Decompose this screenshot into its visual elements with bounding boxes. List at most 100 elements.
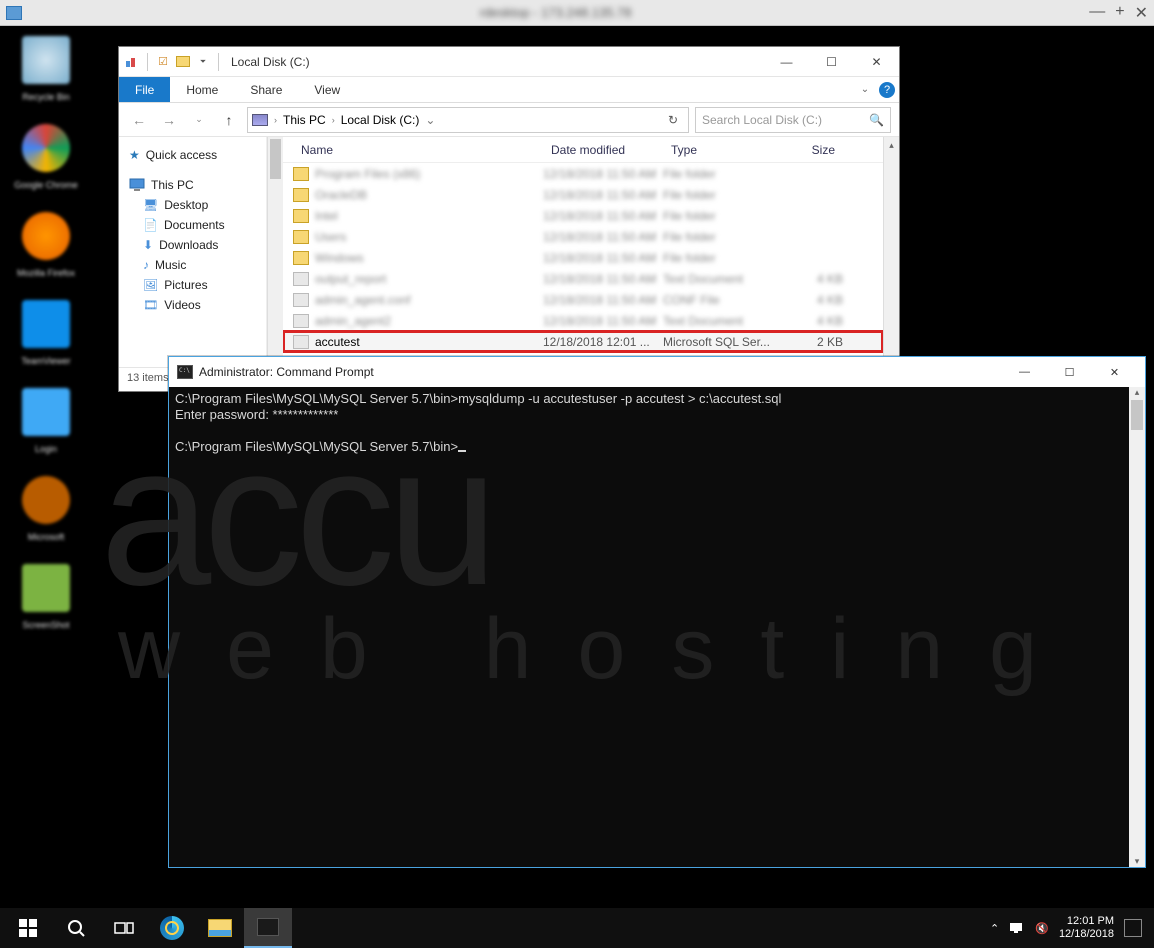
rdesktop-maximize[interactable]: + — [1115, 3, 1124, 23]
breadcrumb-item[interactable]: This PC — [283, 113, 326, 127]
file-row[interactable]: output_report12/18/2018 11:50 AMText Doc… — [283, 268, 883, 289]
ms-icon[interactable] — [22, 476, 70, 524]
taskbar-cmd[interactable] — [244, 908, 292, 948]
ribbon-file-tab[interactable]: File — [119, 77, 170, 102]
search-icon[interactable]: 🔍 — [869, 113, 884, 127]
nav-label: Music — [155, 258, 186, 272]
cmd-terminal[interactable]: C:\Program Files\MySQL\MySQL Server 5.7\… — [169, 387, 1129, 867]
downloads-icon: ⬇ — [143, 238, 153, 252]
nav-label: Documents — [164, 218, 225, 232]
cmd-line: C:\Program Files\MySQL\MySQL Server 5.7\… — [175, 439, 458, 454]
sql-file-icon — [293, 335, 309, 349]
breadcrumb[interactable]: › This PC › Local Disk (C:) ⌄ ↻ — [247, 107, 689, 133]
nav-pictures[interactable]: 🖼Pictures — [123, 275, 262, 295]
chrome-icon[interactable] — [22, 124, 70, 172]
file-row[interactable]: Program Files (x86)12/18/2018 11:50 AMFi… — [283, 163, 883, 184]
col-name[interactable]: Name — [293, 143, 543, 157]
rdesktop-minimize[interactable]: — — [1089, 3, 1105, 23]
clock-date: 12/18/2018 — [1059, 928, 1114, 941]
ribbon-share-tab[interactable]: Share — [234, 77, 298, 102]
recycle-bin-icon[interactable] — [22, 36, 70, 84]
file-row-highlighted[interactable]: accutest12/18/2018 12:01 ...Microsoft SQ… — [283, 331, 883, 352]
teamviewer-icon[interactable] — [22, 300, 70, 348]
scroll-up-icon[interactable]: ▴ — [889, 137, 894, 153]
file-icon — [293, 293, 309, 307]
qat-check-icon[interactable]: ☑ — [154, 53, 172, 71]
file-list-area: Name Date modified Type Size Program Fil… — [283, 137, 883, 367]
task-view-button[interactable] — [100, 908, 148, 948]
notifications-icon[interactable] — [1124, 919, 1142, 937]
nav-back-button[interactable]: ← — [127, 108, 151, 132]
file-row[interactable]: Intel12/18/2018 11:50 AMFile folder — [283, 205, 883, 226]
rdesktop-close[interactable]: ✕ — [1135, 3, 1148, 23]
breadcrumb-dropdown-icon[interactable]: ⌄ — [421, 113, 439, 127]
cmd-maximize-button[interactable]: ☐ — [1047, 357, 1092, 387]
refresh-icon[interactable]: ↻ — [662, 113, 684, 127]
scroll-down-icon[interactable]: ▾ — [1135, 856, 1140, 867]
taskbar: ⌃ 🔇 12:01 PM 12/18/2018 — [0, 908, 1154, 948]
file-row[interactable]: Users12/18/2018 11:50 AMFile folder — [283, 226, 883, 247]
nav-videos[interactable]: 🎞Videos — [123, 295, 262, 315]
item-count: 13 items — [127, 372, 169, 384]
nav-scrollbar[interactable] — [267, 137, 283, 367]
tray-network-icon[interactable] — [1009, 921, 1025, 935]
tray-chevron-icon[interactable]: ⌃ — [990, 922, 999, 935]
qat-folder-icon[interactable] — [174, 53, 192, 71]
cmd-window: Administrator: Command Prompt — ☐ ✕ C:\P… — [168, 356, 1146, 868]
cmd-titlebar[interactable]: Administrator: Command Prompt — ☐ ✕ — [169, 357, 1145, 387]
file-row[interactable]: OracleDB12/18/2018 11:50 AMFile folder — [283, 184, 883, 205]
cmd-close-button[interactable]: ✕ — [1092, 357, 1137, 387]
cmd-line: C:\Program Files\MySQL\MySQL Server 5.7\… — [175, 391, 781, 406]
nav-this-pc[interactable]: This PC — [123, 175, 262, 195]
help-icon[interactable]: ? — [875, 77, 899, 102]
column-headers[interactable]: Name Date modified Type Size — [283, 137, 883, 163]
breadcrumb-item[interactable]: Local Disk (C:) — [341, 113, 420, 127]
cmd-scrollbar[interactable]: ▴ ▾ — [1129, 387, 1145, 867]
file-scrollbar[interactable]: ▴ ▾ — [883, 137, 899, 367]
ribbon-collapse-icon[interactable]: ⌄ — [855, 77, 875, 102]
file-row[interactable]: admin_agent212/18/2018 11:50 AMText Docu… — [283, 310, 883, 331]
ribbon-home-tab[interactable]: Home — [170, 77, 234, 102]
col-date[interactable]: Date modified — [543, 143, 663, 157]
nav-desktop[interactable]: 🖥Desktop — [123, 195, 262, 215]
col-size[interactable]: Size — [783, 143, 843, 157]
col-type[interactable]: Type — [663, 143, 783, 157]
explorer-minimize-button[interactable]: — — [764, 47, 809, 77]
nav-quick-access[interactable]: ★Quick access — [123, 145, 262, 165]
nav-up-button[interactable]: ↑ — [217, 108, 241, 132]
nav-downloads[interactable]: ⬇ Downloads — [123, 235, 262, 255]
nav-recent-dropdown[interactable]: ⌄ — [187, 108, 211, 132]
login-icon[interactable] — [22, 388, 70, 436]
firefox-icon[interactable] — [22, 212, 70, 260]
documents-icon: 📄 — [143, 218, 158, 232]
nav-music[interactable]: ♪Music — [123, 255, 262, 275]
nav-label: Downloads — [159, 238, 218, 252]
taskbar-ie[interactable] — [148, 908, 196, 948]
taskbar-clock[interactable]: 12:01 PM 12/18/2018 — [1059, 915, 1114, 941]
nav-forward-button[interactable]: → — [157, 108, 181, 132]
tray-volume-icon[interactable]: 🔇 — [1035, 922, 1049, 935]
explorer-close-button[interactable]: ✕ — [854, 47, 899, 77]
explorer-maximize-button[interactable]: ☐ — [809, 47, 854, 77]
search-input[interactable]: Search Local Disk (C:) 🔍 — [695, 107, 891, 133]
qat-properties-icon[interactable] — [123, 53, 141, 71]
start-button[interactable] — [4, 908, 52, 948]
nav-documents[interactable]: 📄 Documents — [123, 215, 262, 235]
file-icon — [293, 209, 309, 223]
cmd-minimize-button[interactable]: — — [1002, 357, 1047, 387]
taskbar-explorer[interactable] — [196, 908, 244, 948]
chevron-right-icon[interactable]: › — [328, 115, 339, 125]
nav-label: This PC — [151, 178, 194, 192]
qat-dropdown-icon[interactable]: ⏷ — [194, 53, 212, 71]
chevron-right-icon[interactable]: › — [270, 115, 281, 125]
file-list[interactable]: Program Files (x86)12/18/2018 11:50 AMFi… — [283, 163, 883, 367]
ribbon-view-tab[interactable]: View — [298, 77, 356, 102]
search-placeholder: Search Local Disk (C:) — [702, 113, 822, 127]
ribbon: File Home Share View ⌄ ? — [119, 77, 899, 103]
file-row[interactable]: Windows12/18/2018 11:50 AMFile folder — [283, 247, 883, 268]
search-button[interactable] — [52, 908, 100, 948]
file-row[interactable]: admin_agent.conf12/18/2018 11:50 AMCONF … — [283, 289, 883, 310]
scroll-up-icon[interactable]: ▴ — [1135, 387, 1140, 398]
screenshot-icon[interactable] — [22, 564, 70, 612]
explorer-titlebar[interactable]: ☑ ⏷ Local Disk (C:) — ☐ ✕ — [119, 47, 899, 77]
